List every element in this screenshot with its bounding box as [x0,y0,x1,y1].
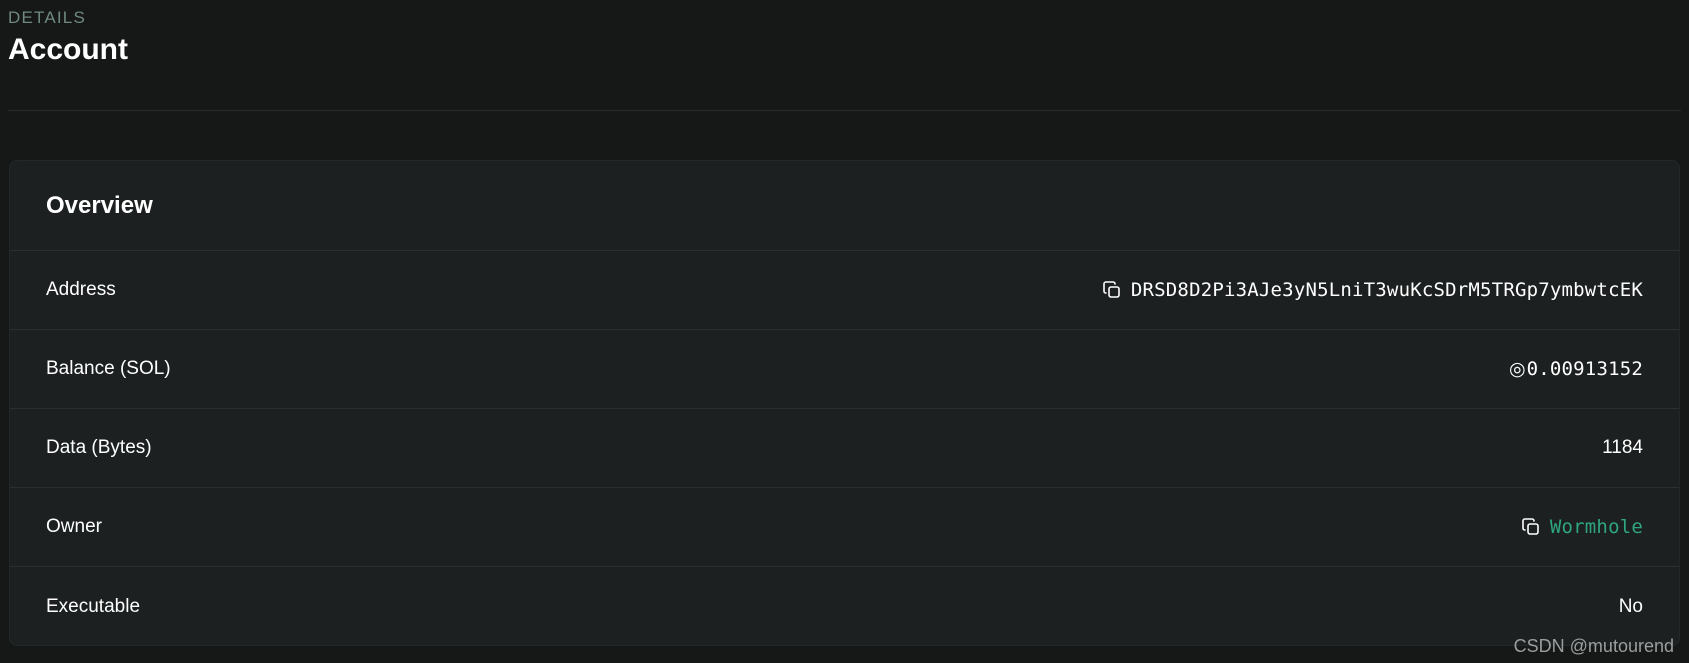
row-label-address: Address [46,279,116,300]
row-value-data-bytes: 1184 [1602,437,1643,459]
row-label-owner: Owner [46,516,102,537]
row-value-executable: No [1619,596,1643,618]
row-executable: Executable No [10,567,1679,646]
overview-card: Overview Address DRSD8D2Pi3AJe3yN5LniT3w… [9,160,1680,646]
row-address: Address DRSD8D2Pi3AJe3yN5LniT3wuKcSDrM5T… [10,251,1679,330]
row-data-bytes: Data (Bytes) 1184 [10,409,1679,488]
copy-icon[interactable] [1521,517,1541,537]
owner-link[interactable]: Wormhole [1550,516,1643,538]
page-pretitle: DETAILS [8,8,86,27]
row-label-data-bytes: Data (Bytes) [46,437,152,458]
row-value-address: DRSD8D2Pi3AJe3yN5LniT3wuKcSDrM5TRGp7ymbw… [1102,279,1643,301]
row-value-balance: ◎ 0.00913152 [1509,358,1643,380]
page-title: Account [8,33,128,66]
row-balance: Balance (SOL) ◎ 0.00913152 [10,330,1679,409]
watermark: CSDN @mutourend [1513,636,1674,656]
copy-icon[interactable] [1102,280,1122,300]
header-divider [8,110,1681,111]
card-header: Overview [10,161,1679,251]
row-label-balance: Balance (SOL) [46,358,171,379]
data-bytes-value: 1184 [1602,437,1643,458]
page-header: DETAILS Account [8,0,1681,68]
balance-value: 0.00913152 [1526,358,1643,380]
row-value-owner: Wormhole [1521,516,1643,538]
row-owner: Owner Wormhole [10,488,1679,567]
sol-symbol-icon: ◎ [1509,358,1526,380]
card-title: Overview [46,191,153,219]
row-label-executable: Executable [46,595,141,617]
executable-value: No [1618,595,1643,617]
address-value[interactable]: DRSD8D2Pi3AJe3yN5LniT3wuKcSDrM5TRGp7ymbw… [1131,279,1643,301]
